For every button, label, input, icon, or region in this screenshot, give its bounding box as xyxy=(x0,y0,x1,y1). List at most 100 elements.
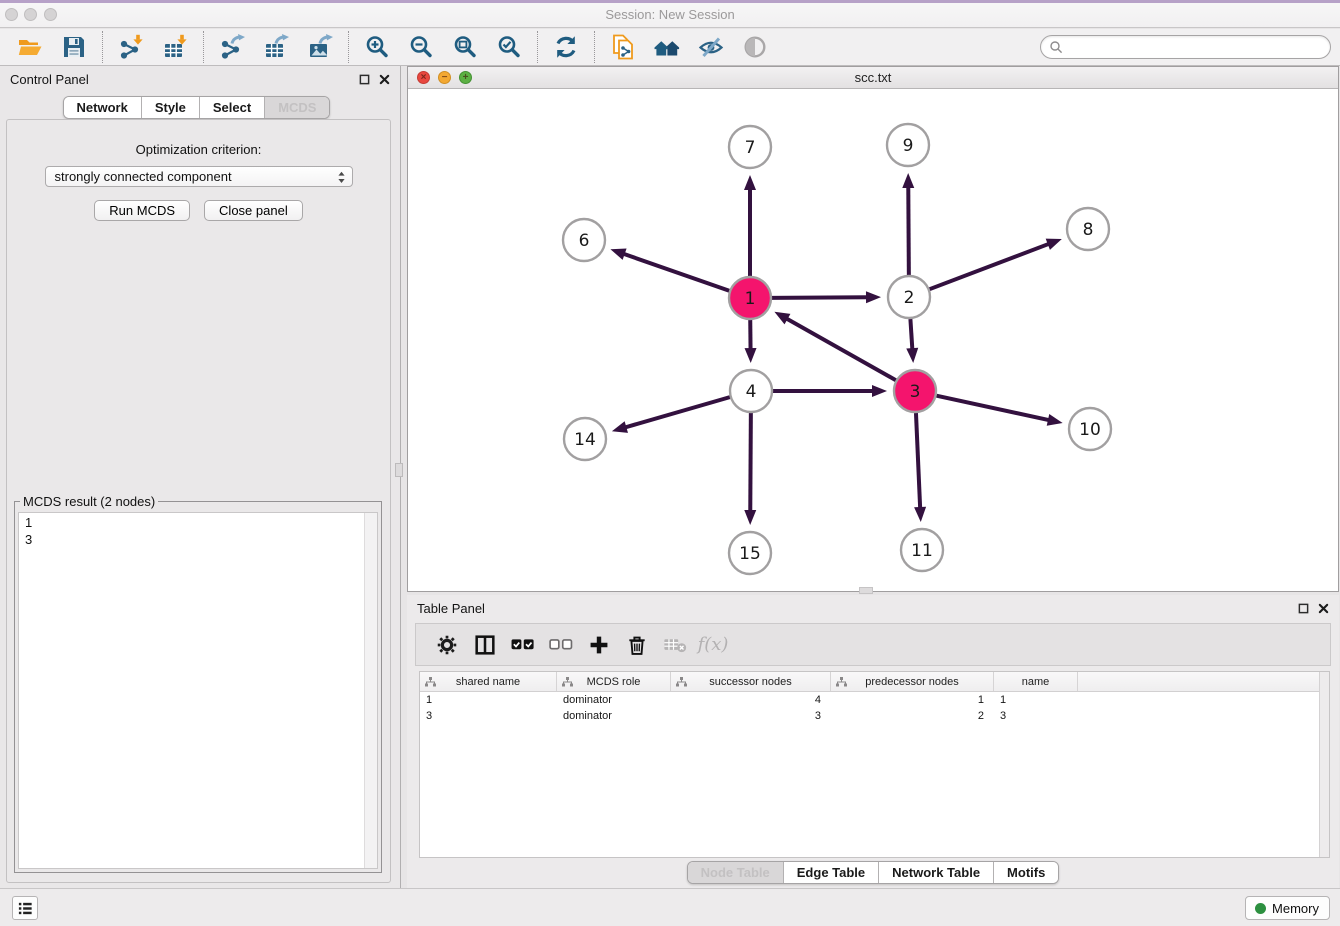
graph-node-1[interactable]: 1 xyxy=(729,277,771,319)
graph-edge-3-1[interactable] xyxy=(774,312,895,380)
graph-edge-3-11[interactable] xyxy=(914,413,926,522)
tab-select[interactable]: Select xyxy=(199,97,264,118)
create-column-icon[interactable] xyxy=(580,629,618,661)
graph-node-10[interactable]: 10 xyxy=(1069,408,1111,450)
graph-node-8[interactable]: 8 xyxy=(1067,208,1109,250)
network-view-window: ×−+ scc.txt 7 9 6 8 1 2 4 3 14 10 15 11 xyxy=(407,66,1339,592)
table-tab-network-table[interactable]: Network Table xyxy=(878,862,993,883)
zoom-in-icon[interactable] xyxy=(362,32,392,62)
run-mcds-button[interactable]: Run MCDS xyxy=(94,200,190,221)
graph-edge-1-2[interactable] xyxy=(772,291,881,303)
graph-edge-4-3[interactable] xyxy=(773,385,887,397)
memory-status-icon xyxy=(1255,903,1266,914)
column-header-successor-nodes[interactable]: successor nodes xyxy=(671,672,831,691)
close-table-panel-icon[interactable] xyxy=(1317,602,1329,614)
table-tabs: Node TableEdge TableNetwork TableMotifs xyxy=(407,861,1339,884)
zoom-view-icon[interactable]: + xyxy=(459,71,472,84)
mcds-result-line: 1 xyxy=(25,514,371,531)
column-label: successor nodes xyxy=(709,676,792,688)
network-canvas[interactable]: 7 9 6 8 1 2 4 3 14 10 15 11 xyxy=(408,89,1338,591)
float-table-panel-icon[interactable] xyxy=(1297,602,1309,614)
titlebar-accent-stripe xyxy=(0,0,1340,3)
close-panel-icon[interactable] xyxy=(378,73,390,85)
delete-table-icon xyxy=(656,629,694,661)
vertical-splitter-handle[interactable] xyxy=(395,463,403,477)
show-columns-icon[interactable] xyxy=(466,629,504,661)
import-table-icon[interactable] xyxy=(160,32,190,62)
graph-edge-1-4[interactable] xyxy=(745,320,757,363)
table-tab-edge-table[interactable]: Edge Table xyxy=(783,862,878,883)
svg-text:9: 9 xyxy=(903,136,914,156)
graph-node-7[interactable]: 7 xyxy=(729,126,771,168)
table-tab-motifs[interactable]: Motifs xyxy=(993,862,1058,883)
hide-selected-icon[interactable] xyxy=(696,32,726,62)
open-file-icon[interactable] xyxy=(15,32,45,62)
horizontal-splitter-handle[interactable] xyxy=(859,587,873,594)
export-image-icon[interactable] xyxy=(305,32,335,62)
tab-network[interactable]: Network xyxy=(64,97,141,118)
column-header-mcds-role[interactable]: MCDS role xyxy=(557,672,671,691)
table-toolbar: f(x) xyxy=(415,623,1331,666)
table-row[interactable]: 3dominator323 xyxy=(420,708,1329,724)
graph-node-6[interactable]: 6 xyxy=(563,219,605,261)
column-header-predecessor-nodes[interactable]: predecessor nodes xyxy=(831,672,994,691)
table-row[interactable]: 1dominator411 xyxy=(420,692,1329,708)
search-input[interactable] xyxy=(1068,38,1330,56)
toolbar-items xyxy=(8,31,777,63)
tab-mcds[interactable]: MCDS xyxy=(264,97,329,118)
graph-node-4[interactable]: 4 xyxy=(730,370,772,412)
search-box[interactable] xyxy=(1040,35,1331,59)
svg-text:10: 10 xyxy=(1079,420,1101,440)
graph-edge-4-14[interactable] xyxy=(612,397,730,433)
show-all-icon xyxy=(740,32,770,62)
graph-node-9[interactable]: 9 xyxy=(887,124,929,166)
column-label: MCDS role xyxy=(587,676,641,688)
select-all-columns-icon[interactable] xyxy=(504,629,542,661)
table-cell-mcds-role: dominator xyxy=(557,710,671,722)
task-history-button[interactable] xyxy=(12,896,38,920)
column-header-shared-name[interactable]: shared name xyxy=(420,672,557,691)
graph-edge-2-8[interactable] xyxy=(930,239,1062,290)
graph-node-3[interactable]: 3 xyxy=(894,370,936,412)
zoom-selected-icon[interactable] xyxy=(494,32,524,62)
graph-edge-1-6[interactable] xyxy=(610,249,729,291)
refresh-layout-icon[interactable] xyxy=(551,32,581,62)
column-header-name[interactable]: name xyxy=(994,672,1078,691)
tab-style[interactable]: Style xyxy=(141,97,199,118)
graph-edge-2-3[interactable] xyxy=(906,319,918,363)
export-network-icon[interactable] xyxy=(217,32,247,62)
first-neighbors-icon[interactable] xyxy=(652,32,682,62)
delete-columns-icon[interactable] xyxy=(618,629,656,661)
criterion-select[interactable]: strongly connected component xyxy=(45,166,353,187)
graph-node-15[interactable]: 15 xyxy=(729,532,771,574)
export-table-icon[interactable] xyxy=(261,32,291,62)
graph-node-11[interactable]: 11 xyxy=(901,529,943,571)
close-view-icon[interactable]: × xyxy=(417,71,430,84)
column-label: predecessor nodes xyxy=(865,676,959,688)
result-scrollbar[interactable] xyxy=(364,513,377,868)
close-panel-button[interactable]: Close panel xyxy=(204,200,303,221)
toolbar-separator xyxy=(594,31,595,63)
graph-edge-3-10[interactable] xyxy=(936,396,1062,426)
toolbar-separator xyxy=(203,31,204,63)
network-window-title: scc.txt xyxy=(408,67,1338,88)
table-scrollbar[interactable] xyxy=(1319,672,1329,857)
zoom-fit-icon[interactable] xyxy=(450,32,480,62)
graph-edge-2-9[interactable] xyxy=(902,173,914,275)
save-session-icon[interactable] xyxy=(59,32,89,62)
table-settings-gear-icon[interactable] xyxy=(428,629,466,661)
mcds-result-box: MCDS result (2 nodes) 13 xyxy=(14,494,382,873)
graph-node-2[interactable]: 2 xyxy=(888,276,930,318)
zoom-out-icon[interactable] xyxy=(406,32,436,62)
graph-edge-1-7[interactable] xyxy=(744,175,756,276)
import-network-icon[interactable] xyxy=(116,32,146,62)
memory-button[interactable]: Memory xyxy=(1245,896,1330,920)
graph-edge-4-15[interactable] xyxy=(744,413,756,525)
graph-node-14[interactable]: 14 xyxy=(564,418,606,460)
new-network-from-selection-icon[interactable] xyxy=(608,32,638,62)
minimize-view-icon[interactable]: − xyxy=(438,71,451,84)
mcds-result-textarea[interactable]: 13 xyxy=(18,512,378,869)
float-panel-icon[interactable] xyxy=(358,73,370,85)
table-tab-node-table[interactable]: Node Table xyxy=(688,862,783,883)
unselect-all-columns-icon[interactable] xyxy=(542,629,580,661)
